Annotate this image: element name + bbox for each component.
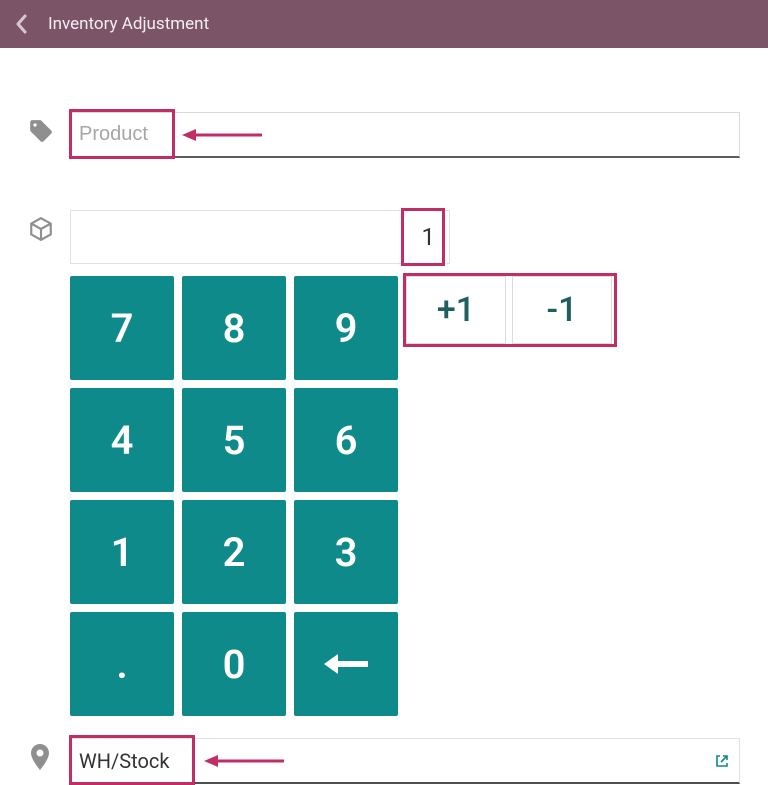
key-9[interactable]: 9 xyxy=(294,276,398,380)
content-area: 1 7 8 9 4 5 6 1 2 3 . 0 xyxy=(0,48,768,784)
key-8[interactable]: 8 xyxy=(182,276,286,380)
tag-icon xyxy=(28,112,70,144)
key-backspace[interactable] xyxy=(294,612,398,716)
location-input[interactable]: WH/Stock xyxy=(70,738,740,784)
page-title: Inventory Adjustment xyxy=(48,14,209,34)
key-4[interactable]: 4 xyxy=(70,388,174,492)
chevron-left-icon xyxy=(15,14,29,34)
key-6[interactable]: 6 xyxy=(294,388,398,492)
product-input-wrapper xyxy=(70,112,740,158)
cube-icon xyxy=(28,210,70,242)
quantity-row: 1 7 8 9 4 5 6 1 2 3 . 0 xyxy=(28,210,740,716)
pin-icon xyxy=(28,738,70,772)
location-value: WH/Stock xyxy=(79,749,713,773)
key-7[interactable]: 7 xyxy=(70,276,174,380)
arrow-left-icon xyxy=(322,650,370,678)
quantity-display[interactable]: 1 xyxy=(70,210,450,264)
increment-button[interactable]: +1 xyxy=(406,276,506,344)
numeric-keypad: 7 8 9 4 5 6 1 2 3 . 0 xyxy=(70,276,398,716)
key-3[interactable]: 3 xyxy=(294,500,398,604)
top-bar: Inventory Adjustment xyxy=(0,0,768,48)
key-0[interactable]: 0 xyxy=(182,612,286,716)
back-button[interactable] xyxy=(8,10,36,38)
product-row xyxy=(28,112,740,158)
quantity-value: 1 xyxy=(422,223,436,251)
keypad-area: 7 8 9 4 5 6 1 2 3 . 0 +1 -1 xyxy=(70,276,740,716)
key-1[interactable]: 1 xyxy=(70,500,174,604)
location-row: WH/Stock xyxy=(28,738,740,784)
product-input[interactable] xyxy=(79,123,731,146)
external-link-icon xyxy=(715,754,729,768)
open-external-button[interactable] xyxy=(713,752,731,770)
key-5[interactable]: 5 xyxy=(182,388,286,492)
decrement-button[interactable]: -1 xyxy=(512,276,612,344)
key-dot[interactable]: . xyxy=(70,612,174,716)
key-2[interactable]: 2 xyxy=(182,500,286,604)
adjust-buttons: +1 -1 xyxy=(406,276,612,344)
